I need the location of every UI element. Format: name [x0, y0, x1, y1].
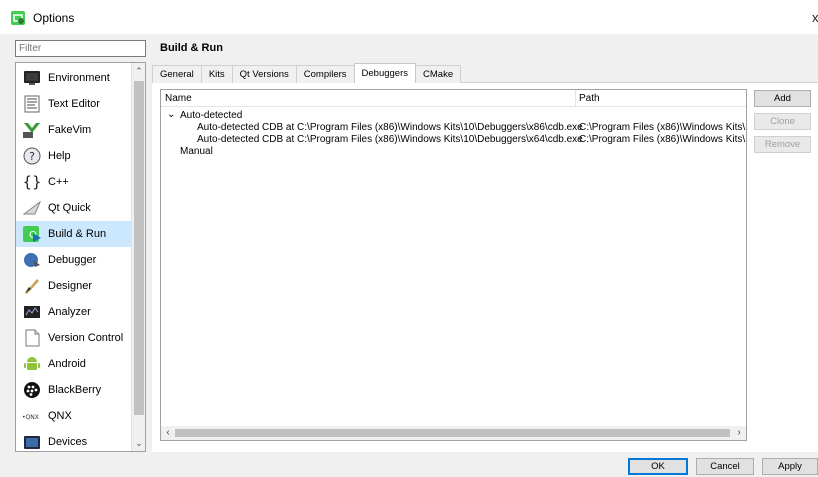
svg-text:{}: {} — [23, 173, 41, 191]
debugger-path: C:\Program Files (x86)\Windows Kits\1 — [579, 122, 747, 133]
table-row[interactable]: Auto-detected CDB at C:\Program Files (x… — [161, 134, 747, 146]
scroll-left-icon[interactable]: ‹ — [161, 426, 175, 440]
android-icon — [22, 354, 42, 374]
filter-input[interactable] — [15, 40, 146, 57]
sidebar-item-label: Help — [48, 150, 71, 162]
sidebar-item-designer[interactable]: Designer — [16, 273, 132, 299]
sidebar-item-version-control[interactable]: Version Control — [16, 325, 132, 351]
sidebar-item-label: QNX — [48, 410, 72, 422]
help-icon: ? — [22, 146, 42, 166]
sidebar-item-qt-quick[interactable]: Qt Quick — [16, 195, 132, 221]
tab-cmake[interactable]: CMake — [415, 65, 462, 83]
tab-bar: General Kits Qt Versions Compilers Debug… — [152, 63, 462, 83]
column-header-name[interactable]: Name — [165, 93, 192, 104]
sidebar-item-fakevim[interactable]: FakeVim — [16, 117, 132, 143]
tab-compilers[interactable]: Compilers — [295, 65, 355, 83]
ok-button[interactable]: OK — [628, 458, 688, 475]
chevron-down-icon[interactable]: ⌄ — [167, 109, 175, 120]
sidebar-item-debugger[interactable]: Debugger — [16, 247, 132, 273]
sidebar-item-qnx[interactable]: •QNX QNX — [16, 403, 132, 429]
tree-group-manual[interactable]: Manual — [161, 146, 746, 158]
category-scrollbar[interactable]: ⌃ ⌄ — [131, 63, 145, 451]
sidebar-item-blackberry[interactable]: BlackBerry — [16, 377, 132, 403]
analyzer-icon — [22, 302, 42, 322]
sidebar-item-label: BlackBerry — [48, 384, 102, 396]
category-list[interactable]: Environment Text Editor FakeVim ? Help {… — [15, 62, 146, 452]
build-run-icon: Q — [22, 224, 42, 244]
scroll-right-icon[interactable]: › — [732, 426, 746, 440]
sidebar-item-label: C++ — [48, 176, 69, 188]
cancel-button[interactable]: Cancel — [696, 458, 754, 475]
page-title: Build & Run — [160, 42, 223, 54]
tab-kits[interactable]: Kits — [200, 65, 233, 83]
sidebar-item-label: Build & Run — [48, 228, 107, 240]
debugger-path: C:\Program Files (x86)\Windows Kits\1 — [579, 134, 747, 145]
devices-icon — [22, 432, 42, 451]
sidebar-item-label: Android — [48, 358, 86, 370]
qnx-icon: •QNX — [22, 406, 42, 426]
horizontal-scrollbar[interactable]: ‹ › — [161, 426, 746, 440]
svg-text:•QNX: •QNX — [22, 414, 39, 421]
version-control-icon — [22, 328, 42, 348]
sidebar-item-environment[interactable]: Environment — [16, 65, 132, 91]
sidebar-item-devices[interactable]: Devices — [16, 429, 132, 451]
fakevim-icon — [22, 120, 42, 140]
sidebar-item-label: Qt Quick — [48, 202, 91, 214]
sidebar-item-text-editor[interactable]: Text Editor — [16, 91, 132, 117]
debugger-icon — [22, 250, 42, 270]
monitor-icon — [22, 68, 42, 88]
scroll-down-icon[interactable]: ⌄ — [132, 435, 145, 451]
scrollbar-thumb[interactable] — [175, 429, 730, 437]
remove-button[interactable]: Remove — [754, 136, 811, 153]
group-label: Auto-detected — [180, 110, 243, 121]
sidebar-item-label: Designer — [48, 280, 93, 292]
sidebar-item-label: Analyzer — [48, 306, 91, 318]
debugger-name: Auto-detected CDB at C:\Program Files (x… — [197, 122, 583, 133]
scroll-up-icon[interactable]: ⌃ — [132, 63, 145, 79]
designer-icon — [22, 276, 42, 296]
qt-creator-icon — [11, 11, 25, 25]
sidebar-item-build-run[interactable]: Q Build & Run — [16, 221, 132, 247]
scrollbar-thumb[interactable] — [134, 81, 144, 415]
window-title: Options — [33, 11, 75, 25]
braces-icon: {} — [22, 172, 42, 192]
svg-text:?: ? — [29, 150, 35, 163]
table-row[interactable]: Auto-detected CDB at C:\Program Files (x… — [161, 122, 747, 134]
group-label: Manual — [180, 146, 213, 157]
tab-qt-versions[interactable]: Qt Versions — [231, 65, 297, 83]
sidebar-item-label: Text Editor — [48, 98, 100, 110]
close-icon[interactable]: x — [812, 10, 818, 25]
sidebar-item-android[interactable]: Android — [16, 351, 132, 377]
text-editor-icon — [22, 94, 42, 114]
qt-quick-icon — [22, 198, 42, 218]
sidebar-item-cpp[interactable]: {} C++ — [16, 169, 132, 195]
tab-general[interactable]: General — [152, 65, 202, 83]
apply-button[interactable]: Apply — [762, 458, 818, 475]
blackberry-icon — [22, 380, 42, 400]
tree-group-auto-detected[interactable]: ⌄ Auto-detected — [161, 109, 746, 122]
title-bar: Options x — [0, 0, 818, 34]
tree-header: Name Path — [161, 90, 746, 107]
add-button[interactable]: Add — [754, 90, 811, 107]
sidebar-item-help[interactable]: ? Help — [16, 143, 132, 169]
column-divider[interactable] — [575, 90, 576, 107]
column-header-path[interactable]: Path — [579, 93, 600, 104]
sidebar-item-analyzer[interactable]: Analyzer — [16, 299, 132, 325]
clone-button[interactable]: Clone — [754, 113, 811, 130]
debugger-name: Auto-detected CDB at C:\Program Files (x… — [197, 134, 583, 145]
sidebar-item-label: FakeVim — [48, 124, 92, 136]
sidebar-item-label: Debugger — [48, 254, 97, 266]
sidebar-item-label: Devices — [48, 436, 88, 448]
sidebar-item-label: Version Control — [48, 332, 124, 344]
debuggers-tree[interactable]: Name Path ⌄ Auto-detected Auto-detected … — [160, 89, 747, 441]
tab-debuggers[interactable]: Debuggers — [353, 63, 417, 83]
sidebar-item-label: Environment — [48, 72, 110, 84]
